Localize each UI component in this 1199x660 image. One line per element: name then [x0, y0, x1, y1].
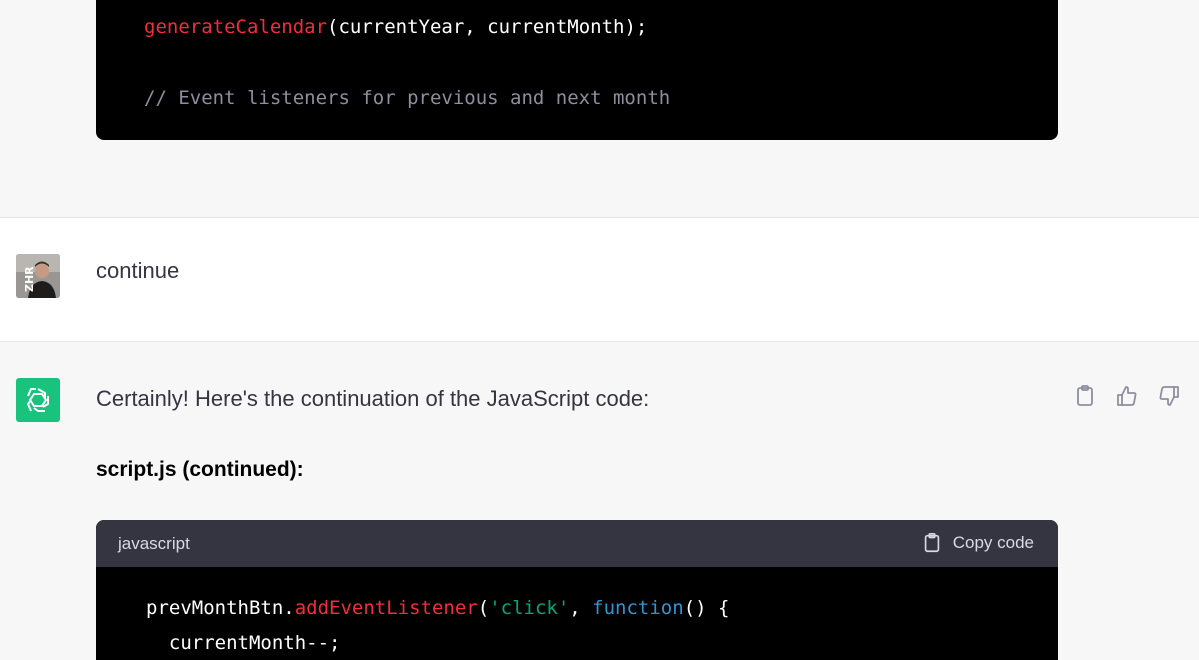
avatar-text: ZHR: [23, 266, 36, 292]
openai-logo-icon: [27, 388, 49, 412]
code-line: // Event listeners for previous and next…: [144, 87, 670, 109]
copy-code-label: Copy code: [952, 533, 1034, 552]
code-line: currentMonth--;: [146, 632, 341, 654]
user-photo-icon: ZHR: [16, 254, 60, 298]
assistant-message: Certainly! Here's the continuation of th…: [0, 342, 1199, 660]
code-token-object: prevMonthBtn.: [146, 597, 295, 619]
thumbs-down-icon[interactable]: [1157, 384, 1181, 408]
code-line: generateCalendar(currentYear, currentMon…: [144, 16, 647, 38]
assistant-message-text: Certainly! Here's the continuation of th…: [96, 386, 650, 411]
code-token-comment: // Event listeners for previous and next…: [144, 87, 671, 109]
code-token-string: 'click': [489, 597, 570, 619]
clipboard-icon: [924, 533, 939, 553]
code-token-statement: currentMonth--;: [146, 632, 341, 654]
code-token-tail: () {: [683, 597, 730, 619]
code-token-comma: ,: [569, 597, 593, 619]
previous-message: generateCalendar(currentYear, currentMon…: [0, 0, 1199, 217]
code-block-previous: generateCalendar(currentYear, currentMon…: [96, 0, 1058, 140]
code-token-method: addEventListener: [294, 597, 478, 619]
assistant-avatar: [16, 378, 60, 422]
clipboard-icon[interactable]: [1073, 384, 1097, 408]
code-token-args: (currentYear, currentMonth);: [327, 16, 648, 38]
code-token-paren: (: [477, 597, 490, 619]
code-language-label: javascript: [118, 534, 190, 553]
user-message-text: continue: [96, 258, 180, 283]
thumbs-up-icon[interactable]: [1115, 384, 1139, 408]
copy-code-button[interactable]: Copy code: [921, 532, 1034, 554]
message-actions: [1073, 384, 1181, 408]
code-line: prevMonthBtn.addEventListener('click', f…: [146, 597, 729, 619]
code-block: javascript Copy code prevMonthBtn.addEve…: [96, 520, 1058, 660]
code-block-header: javascript Copy code: [96, 520, 1058, 567]
code-token-keyword: function: [592, 597, 684, 619]
avatar: ZHR: [16, 254, 60, 298]
user-message: ZHR continue: [0, 217, 1199, 342]
chat-page: generateCalendar(currentYear, currentMon…: [0, 0, 1199, 660]
code-token-function: generateCalendar: [144, 16, 328, 38]
assistant-subheading: script.js (continued):: [96, 458, 304, 481]
